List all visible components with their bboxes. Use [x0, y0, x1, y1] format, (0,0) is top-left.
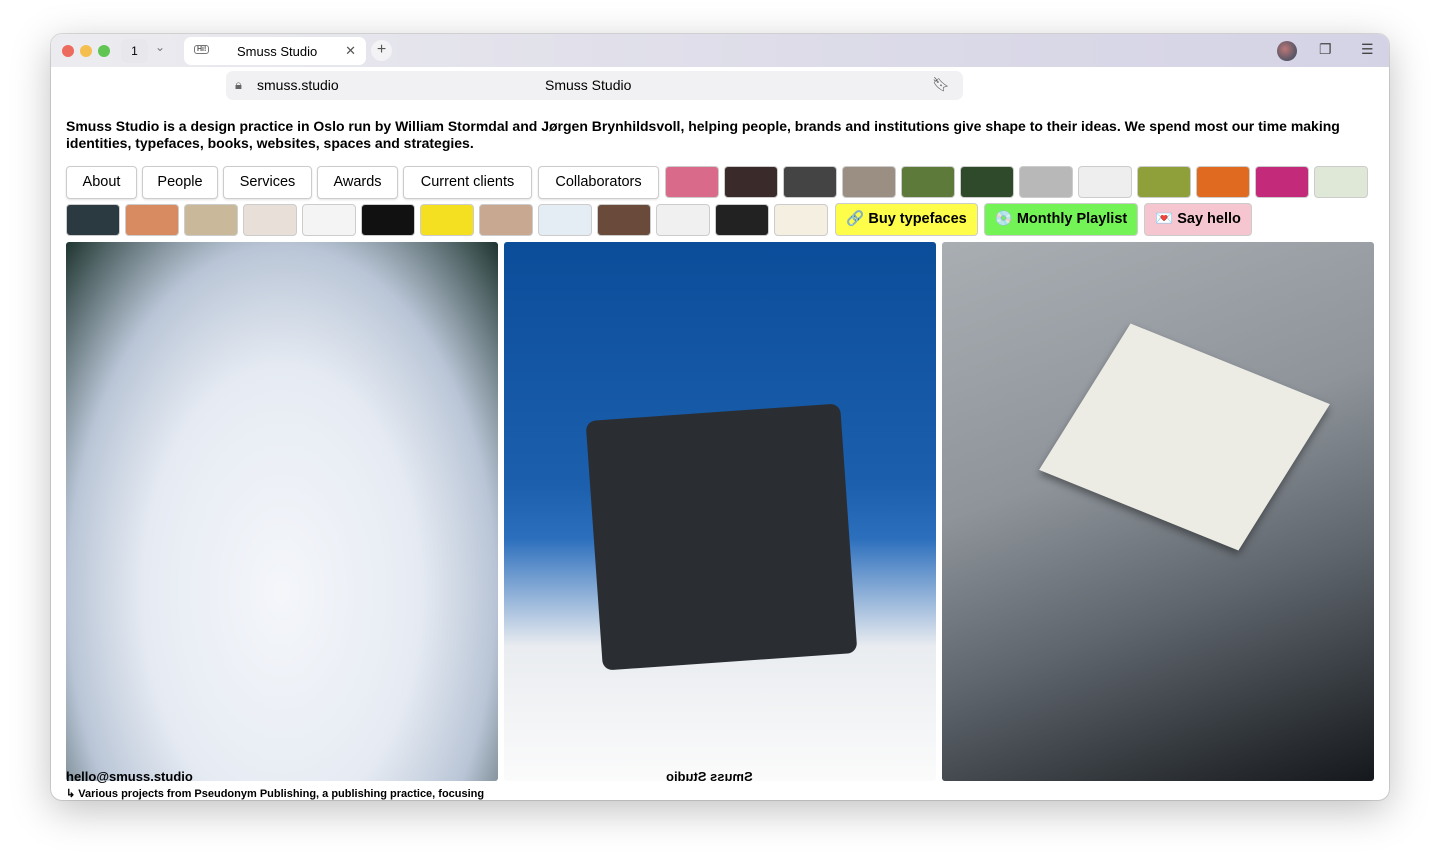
project-thumbnail[interactable]	[420, 204, 474, 236]
buy-typefaces-label: Buy typefaces	[868, 211, 967, 227]
nav-about[interactable]: About	[66, 166, 137, 199]
project-thumbnail[interactable]	[1255, 166, 1309, 198]
intro-text: Smuss Studio is a design practice in Osl…	[66, 118, 1340, 151]
close-window-button[interactable]	[62, 45, 74, 57]
love-letter-icon: 💌	[1155, 211, 1174, 227]
lock-icon: 🔒︎	[235, 77, 242, 92]
project-thumbnail[interactable]	[656, 204, 710, 236]
tote-bag-shape	[585, 403, 858, 671]
project-thumbnail[interactable]	[243, 204, 297, 236]
project-thumbnail[interactable]	[724, 166, 778, 198]
project-thumbnail[interactable]	[842, 166, 896, 198]
bookmarks-icon[interactable]: ❐	[1319, 41, 1332, 58]
tab-title: Smuss Studio	[237, 44, 318, 59]
project-thumbnail[interactable]	[1196, 166, 1250, 198]
project-thumbnail[interactable]	[538, 204, 592, 236]
bookmark-icon[interactable]: 🔖︎	[932, 76, 950, 93]
project-thumbnail[interactable]	[715, 204, 769, 236]
favicon: Hi!	[194, 45, 210, 54]
tab-count[interactable]: 1	[121, 39, 148, 63]
buy-typefaces-button[interactable]: 🔗 Buy typefaces	[835, 203, 978, 236]
magazine-shape	[1039, 323, 1330, 551]
minimize-window-button[interactable]	[80, 45, 92, 57]
title-bar: 1 ⌄ Hi! Smuss Studio ✕ + ❐ ☰	[51, 34, 1389, 67]
project-image-magazine[interactable]	[942, 242, 1374, 781]
project-thumbnail[interactable]	[783, 166, 837, 198]
page-title: Smuss Studio	[545, 77, 632, 93]
browser-window: 1 ⌄ Hi! Smuss Studio ✕ + ❐ ☰ 🔒︎ smuss.st…	[51, 34, 1389, 800]
project-thumbnail[interactable]	[901, 166, 955, 198]
project-caption: ↳ Various projects from Pseudonym Publis…	[66, 788, 485, 800]
project-thumbnail[interactable]	[361, 204, 415, 236]
close-tab-icon[interactable]: ✕	[345, 43, 356, 59]
project-thumbnail[interactable]	[125, 204, 179, 236]
project-thumbnail[interactable]	[302, 204, 356, 236]
avatar[interactable]	[1277, 41, 1297, 61]
nav-awards[interactable]: Awards	[317, 166, 398, 199]
monthly-playlist-label: Monthly Playlist	[1016, 211, 1128, 227]
monthly-playlist-button[interactable]: 💿 Monthly Playlist	[984, 203, 1138, 236]
project-thumbnail[interactable]	[665, 166, 719, 198]
link-icon: 🔗	[846, 211, 865, 227]
address-bar[interactable]: 🔒︎ smuss.studio Smuss Studio 🔖︎	[226, 71, 963, 100]
project-thumbnail[interactable]	[184, 204, 238, 236]
new-tab-button[interactable]: +	[371, 40, 392, 61]
project-image-tote-bag[interactable]	[504, 242, 936, 781]
zoom-window-button[interactable]	[98, 45, 110, 57]
nav-current-clients[interactable]: Current clients	[403, 166, 532, 199]
project-thumbnail[interactable]	[479, 204, 533, 236]
mirrored-logo-text: Smuss Studio	[666, 769, 753, 784]
project-image-tshirt[interactable]	[66, 242, 498, 781]
project-thumbnail[interactable]	[1019, 166, 1073, 198]
cd-icon: 💿	[994, 211, 1013, 227]
nav-people[interactable]: People	[142, 166, 218, 199]
say-hello-label: Say hello	[1177, 211, 1241, 227]
project-thumbnail[interactable]	[597, 204, 651, 236]
project-thumbnail[interactable]	[960, 166, 1014, 198]
project-thumbnail[interactable]	[1078, 166, 1132, 198]
email-link[interactable]: hello@smuss.studio	[66, 769, 193, 784]
say-hello-button[interactable]: 💌 Say hello	[1144, 203, 1252, 236]
project-thumbnail[interactable]	[1137, 166, 1191, 198]
tab-smuss-studio[interactable]: Hi! Smuss Studio ✕	[184, 37, 366, 65]
project-thumbnail[interactable]	[66, 204, 120, 236]
project-thumbnail[interactable]	[774, 204, 828, 236]
project-thumbnail[interactable]	[1314, 166, 1368, 198]
chevron-down-icon[interactable]: ⌄	[155, 40, 165, 54]
nav-collaborators[interactable]: Collaborators	[538, 166, 659, 199]
url-text: smuss.studio	[257, 77, 339, 93]
nav-services[interactable]: Services	[223, 166, 312, 199]
menu-icon[interactable]: ☰	[1361, 41, 1374, 58]
